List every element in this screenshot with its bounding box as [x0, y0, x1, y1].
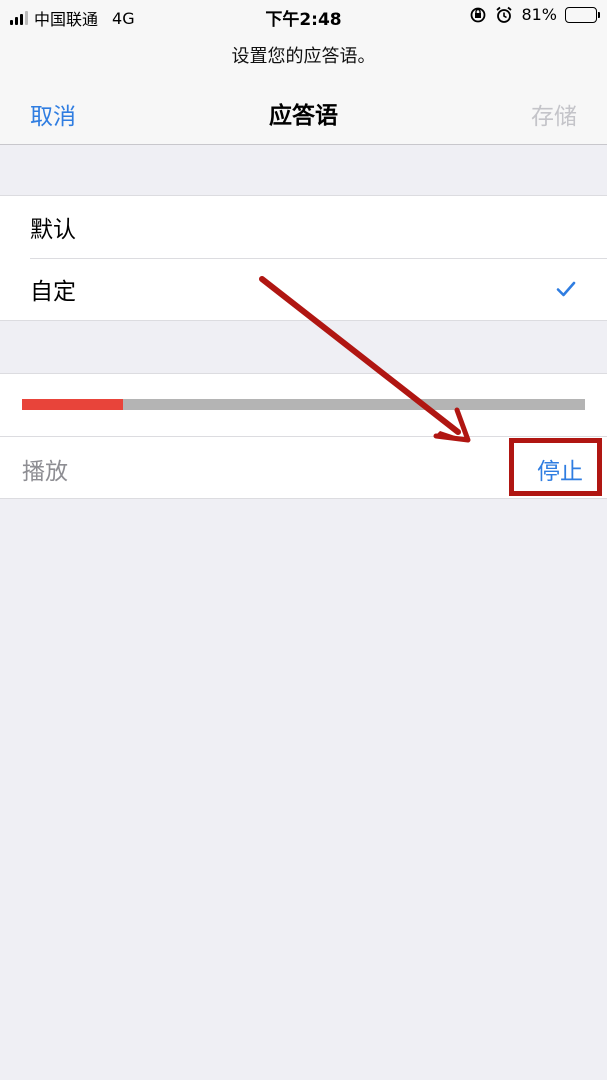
option-label: 默认 — [30, 217, 76, 243]
option-default[interactable]: 默认 — [0, 196, 607, 258]
page-title: 应答语 — [269, 103, 338, 129]
progress-row — [0, 374, 607, 436]
annotation-highlight-box — [509, 438, 602, 496]
alarm-clock-icon — [496, 6, 513, 23]
checkmark-icon — [556, 281, 576, 297]
option-label: 自定 — [30, 279, 76, 305]
playback-progress-fill — [22, 399, 124, 410]
rotation-lock-icon — [471, 7, 486, 22]
play-button[interactable]: 播放 — [22, 452, 68, 486]
cancel-button[interactable]: 取消 — [30, 97, 76, 131]
navigation-bar: 设置您的应答语。 取消 应答语 存储 — [0, 30, 607, 145]
battery-icon — [565, 6, 600, 23]
battery-percent: 81% — [521, 5, 557, 24]
option-custom[interactable]: 自定 — [0, 258, 607, 320]
status-bar: 中国联通 4G 下午2:48 81% — [0, 0, 607, 30]
prompt-text: 设置您的应答语。 — [231, 46, 376, 67]
status-right: 81% — [469, 5, 600, 24]
annotation-arrow — [259, 276, 471, 443]
save-button[interactable]: 存储 — [531, 97, 577, 131]
greeting-options: 默认 自定 — [0, 195, 607, 321]
playback-progress-bar[interactable] — [22, 399, 585, 410]
